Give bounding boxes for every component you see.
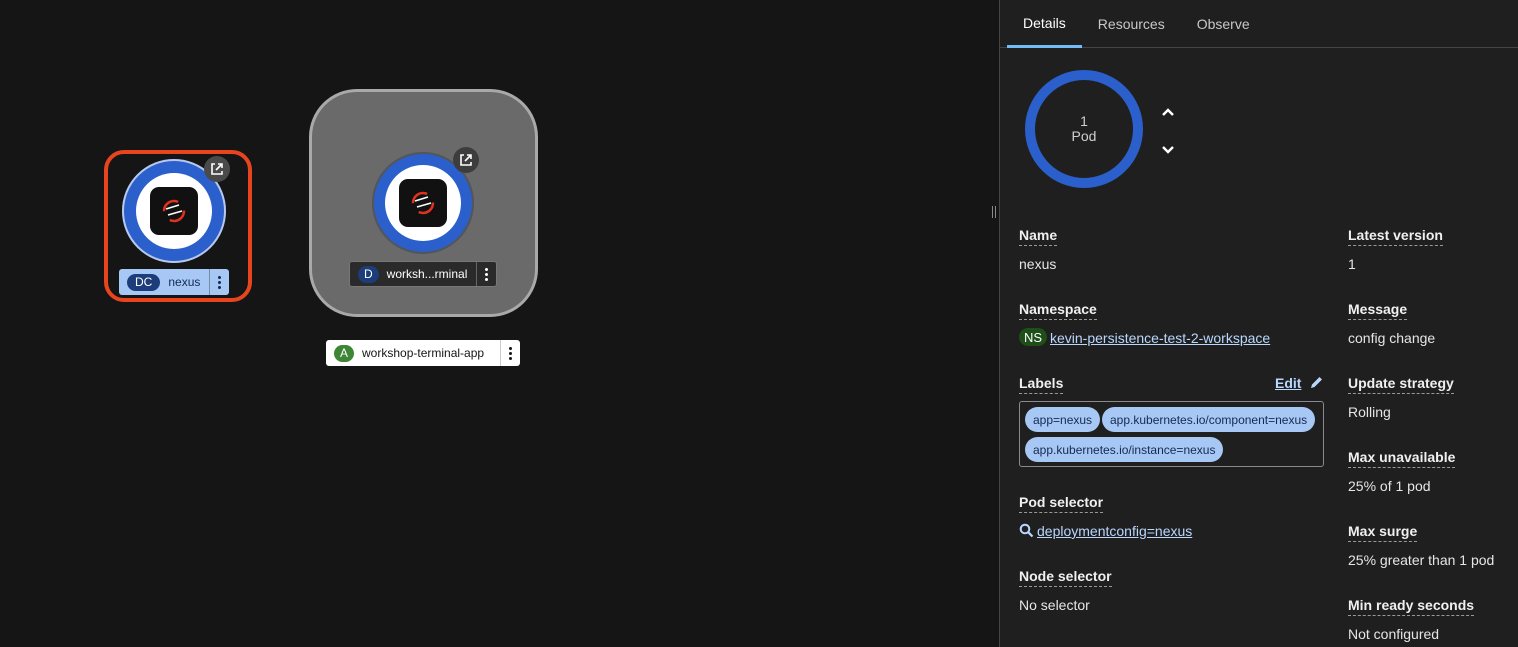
labels-label: Labels	[1019, 375, 1064, 394]
name-value: nexus	[1019, 256, 1057, 272]
kebab-menu-icon[interactable]	[476, 262, 496, 286]
min-ready-seconds-value: Not configured	[1348, 626, 1440, 642]
node-name: worksh...rminal	[386, 267, 468, 281]
node-selector-label: Node selector	[1019, 568, 1112, 587]
pod-unit: Pod	[1071, 128, 1097, 144]
label-chip[interactable]: app.kubernetes.io/component=nexus	[1102, 407, 1316, 432]
ns-badge: NS	[1019, 328, 1048, 346]
node-name: nexus	[168, 275, 201, 289]
app-badge: A	[334, 344, 355, 362]
message-value: config change	[1348, 330, 1436, 346]
tab-observe[interactable]: Observe	[1181, 0, 1266, 48]
dc-badge: DC	[127, 273, 161, 291]
pod-count: 1	[1080, 113, 1088, 129]
tab-resources[interactable]: Resources	[1082, 0, 1181, 48]
grip-icon	[992, 206, 996, 218]
min-ready-seconds-label: Min ready seconds	[1348, 597, 1475, 616]
namespace-label: Namespace	[1019, 301, 1097, 320]
message-label: Message	[1348, 301, 1408, 320]
update-strategy-value: Rolling	[1348, 404, 1391, 420]
external-link-icon[interactable]	[204, 156, 230, 182]
d-badge: D	[358, 265, 379, 283]
pod-count-donut: 1 Pod	[1025, 70, 1143, 188]
topology-canvas[interactable]: DC nexus D worksh...rminal A workshop-te…	[0, 0, 988, 647]
node-label-workshop-terminal[interactable]: D worksh...rminal	[349, 261, 497, 287]
max-surge-label: Max surge	[1348, 523, 1418, 542]
labels-box[interactable]: app=nexus app.kubernetes.io/component=ne…	[1019, 401, 1324, 467]
scale-up-icon[interactable]	[1159, 103, 1177, 121]
update-strategy-label: Update strategy	[1348, 375, 1454, 394]
latest-version-value: 1	[1348, 256, 1356, 272]
label-chip[interactable]: app.kubernetes.io/instance=nexus	[1025, 437, 1224, 462]
name-label: Name	[1019, 227, 1058, 246]
tab-details[interactable]: Details	[1007, 0, 1082, 48]
labels-edit-link[interactable]: Edit	[1275, 375, 1301, 391]
pencil-icon[interactable]	[1309, 375, 1325, 391]
node-label-nexus[interactable]: DC nexus	[119, 269, 229, 295]
external-link-icon[interactable]	[453, 147, 479, 173]
max-unavailable-label: Max unavailable	[1348, 449, 1456, 468]
namespace-link[interactable]: kevin-persistence-test-2-workspace	[1050, 330, 1270, 346]
max-surge-value: 25% greater than 1 pod	[1348, 552, 1495, 568]
kebab-menu-icon[interactable]	[209, 269, 229, 295]
panel-tabs: Details Resources Observe	[1000, 0, 1518, 48]
pod-selector-link[interactable]: deploymentconfig=nexus	[1037, 523, 1192, 539]
kebab-menu-icon[interactable]	[500, 340, 520, 366]
latest-version-label: Latest version	[1348, 227, 1443, 246]
pod-selector-label: Pod selector	[1019, 494, 1104, 513]
application-name: workshop-terminal-app	[362, 346, 485, 360]
panel-resize-handle[interactable]	[988, 0, 1000, 647]
node-selector-value: No selector	[1019, 597, 1090, 613]
label-chip[interactable]: app=nexus	[1025, 407, 1101, 432]
max-unavailable-value: 25% of 1 pod	[1348, 478, 1431, 494]
scale-down-icon[interactable]	[1159, 141, 1177, 159]
search-icon	[1019, 523, 1035, 539]
application-label[interactable]: A workshop-terminal-app	[326, 340, 520, 366]
